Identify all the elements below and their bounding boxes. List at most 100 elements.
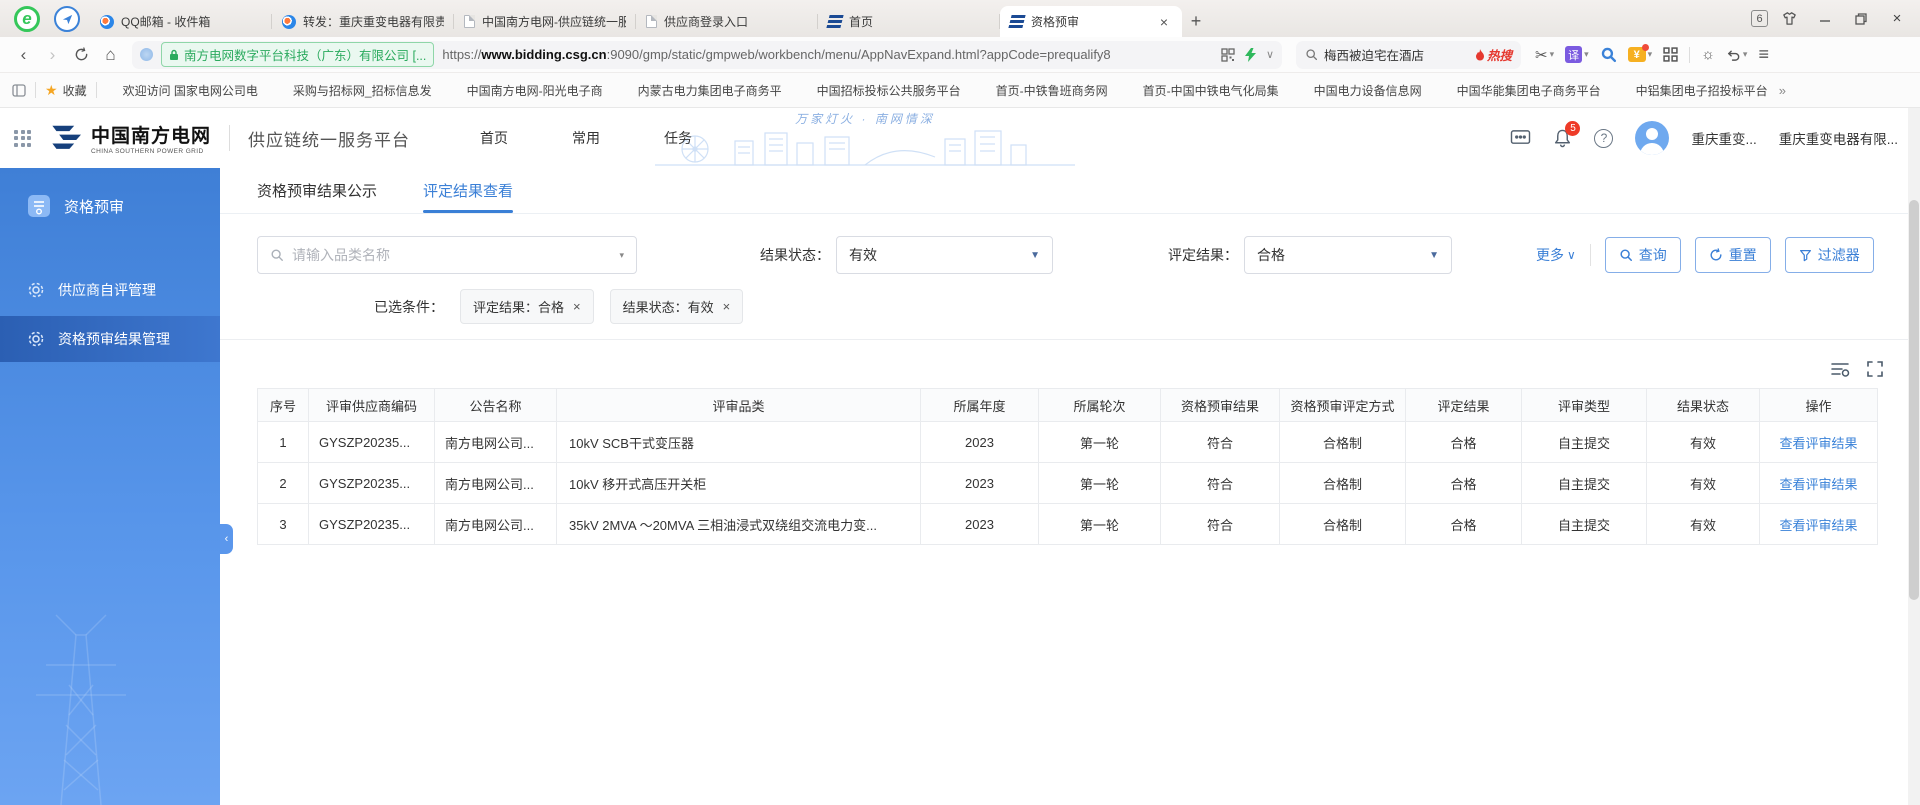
browser-tab[interactable]: 中国南方电网-供应链统一服务平 × xyxy=(454,6,636,37)
apps-grid-icon[interactable] xyxy=(1663,47,1678,62)
url-field[interactable]: 南方电网数字平台科技（广东）有限公司 [... https://www.bidd… xyxy=(132,41,1282,69)
content-tab[interactable]: 评定结果查看 xyxy=(423,168,513,213)
col-header: 序号 xyxy=(258,389,309,422)
help-icon[interactable]: ? xyxy=(1594,129,1613,148)
new-tab-button[interactable]: + xyxy=(1182,6,1210,37)
restore-button[interactable] xyxy=(1846,4,1876,34)
favorites-button[interactable]: ★收藏 xyxy=(45,82,87,99)
user-name[interactable]: 重庆重变... xyxy=(1691,128,1756,148)
user-company[interactable]: 重庆重变电器有限... xyxy=(1779,128,1898,148)
view-result-link[interactable]: 查看评审结果 xyxy=(1779,518,1857,533)
browser-search-box[interactable]: 梅西被迫宅在酒店 热搜 xyxy=(1296,41,1521,69)
site-identity-pill[interactable]: 南方电网数字平台科技（广东）有限公司 [... xyxy=(161,42,434,67)
column-settings-icon[interactable] xyxy=(1830,360,1850,378)
tab-favicon-icon xyxy=(464,15,475,28)
url-dropdown-icon[interactable]: ∨ xyxy=(1266,48,1274,61)
navigator-icon[interactable] xyxy=(54,6,80,32)
content-area: 资格预审结果公示评定结果查看 请输入品类名称 ▾ 结果状态： 有效 ▼ 评定结果… xyxy=(220,168,1920,805)
more-filters-link[interactable]: 更多∨ xyxy=(1536,245,1576,265)
csg-logo: 中国南方电网 CHINA SOUTHERN POWER GRID xyxy=(49,121,211,155)
bookmark-item[interactable]: 中国招标投标公共服务平台 xyxy=(800,82,961,99)
avatar[interactable] xyxy=(1635,121,1669,155)
bookmark-item[interactable]: 内蒙古电力集团电子商务平 xyxy=(621,82,782,99)
back-button[interactable]: ‹ xyxy=(10,41,37,68)
hot-search[interactable]: 热搜 xyxy=(1475,45,1512,64)
history-undo-tool[interactable]: ▾ xyxy=(1726,47,1748,62)
bookmark-label: 中铝集团电子招投标平台 xyxy=(1636,82,1768,99)
bookmark-item[interactable]: 首页-中铁鲁班商务网 xyxy=(979,82,1108,99)
browser-tab[interactable]: 转发：重庆重变电器有限责任公 × xyxy=(272,6,454,37)
result-value: 合格 xyxy=(1257,245,1429,265)
notification-bell-icon[interactable]: 5 xyxy=(1553,128,1572,148)
reset-button[interactable]: 重置 xyxy=(1695,237,1771,273)
chip-remove-icon[interactable]: × xyxy=(573,299,581,314)
content-tabs: 资格预审结果公示 评定结果查看 xyxy=(220,168,1920,214)
chip-remove-icon[interactable]: × xyxy=(723,299,731,314)
sidebar-item[interactable]: 资格预审结果管理 xyxy=(0,316,220,362)
logo-subtitle: CHINA SOUTHERN POWER GRID xyxy=(91,148,211,155)
message-icon[interactable] xyxy=(1510,129,1531,147)
result-select[interactable]: 合格 ▼ xyxy=(1244,236,1452,274)
browser-logo-icon[interactable]: e xyxy=(14,6,40,32)
view-result-link[interactable]: 查看评审结果 xyxy=(1779,436,1857,451)
browser-tab[interactable]: 首页 × xyxy=(818,6,1000,37)
bookmark-item[interactable]: 欢迎访问 国家电网公司电 xyxy=(106,82,258,99)
tab-count-badge[interactable]: 6 xyxy=(1751,10,1768,27)
theme-shirt-icon[interactable] xyxy=(1774,4,1804,34)
sidebar-item[interactable]: 供应商自评管理 xyxy=(0,268,220,312)
bookmark-label: 中国华能集团电子商务平台 xyxy=(1457,82,1601,99)
scrollbar-thumb[interactable] xyxy=(1909,200,1919,600)
app-nav-item[interactable]: 任务 xyxy=(664,128,692,148)
cell-evaluation-mode: 合格制 xyxy=(1280,504,1406,545)
night-mode-icon[interactable]: ☼ xyxy=(1701,46,1715,63)
bookmark-favicon xyxy=(1619,84,1631,96)
bookmark-item[interactable]: 中国南方电网-阳光电子商 xyxy=(450,82,603,99)
url-text[interactable]: https://www.bidding.csg.cn:9090/gmp/stat… xyxy=(442,47,1213,62)
sidebar-item[interactable]: 资格预审 xyxy=(0,184,220,228)
selected-conditions-label: 已选条件： xyxy=(374,297,444,317)
dropdown-icon: ▾ xyxy=(619,250,624,261)
wallet-tool[interactable]: ¥▾ xyxy=(1628,47,1653,62)
cell-supplier-code: GYSZP20235... xyxy=(309,463,435,504)
browser-tab[interactable]: QQ邮箱 - 收件箱 × xyxy=(90,6,272,37)
view-result-link[interactable]: 查看评审结果 xyxy=(1779,477,1857,492)
main-shell: 资格预审 供应商自评管理 资格预审结果管理 xyxy=(0,168,1920,805)
app-launcher-icon[interactable] xyxy=(14,130,31,147)
bookmark-item[interactable]: 首页-中国中铁电气化局集 xyxy=(1126,82,1279,99)
status-select[interactable]: 有效 ▼ xyxy=(836,236,1053,274)
content-tab[interactable]: 资格预审结果公示 xyxy=(257,168,377,213)
bookmark-item[interactable]: 采购与招标网_招标信息发 xyxy=(276,82,432,99)
fullscreen-icon[interactable] xyxy=(1866,360,1884,378)
results-table: 序号 评审供应商编码 公告名称 评审品类 所属年度 所属轮次 资格预审结果 资格… xyxy=(257,388,1878,545)
bookmark-item[interactable]: 中国华能集团电子商务平台 xyxy=(1440,82,1601,99)
star-icon: ★ xyxy=(45,82,58,99)
browser-tab[interactable]: 供应商登录入口 × xyxy=(636,6,818,37)
tab-favicon-icon xyxy=(100,15,114,29)
cell-notice-name: 南方电网公司... xyxy=(435,504,557,545)
home-button[interactable]: ⌂ xyxy=(97,41,124,68)
page-scrollbar[interactable] xyxy=(1908,108,1920,805)
qr-code-icon[interactable] xyxy=(1221,48,1235,62)
minimize-button[interactable] xyxy=(1810,4,1840,34)
screenshot-tool[interactable]: ✂▾ xyxy=(1535,46,1554,64)
category-search-select[interactable]: 请输入品类名称 ▾ xyxy=(257,236,637,274)
tab-title: 资格预审 xyxy=(1031,13,1149,30)
bookmarks-overflow-icon[interactable]: » xyxy=(1779,83,1786,98)
bookmark-panel-icon[interactable] xyxy=(12,84,26,97)
tab-close-icon[interactable]: × xyxy=(1156,14,1172,30)
accelerate-icon[interactable] xyxy=(1245,48,1256,62)
menu-icon[interactable]: ≡ xyxy=(1758,44,1769,65)
app-nav-item[interactable]: 常用 xyxy=(572,128,600,148)
reload-button[interactable] xyxy=(68,41,95,68)
browser-tab[interactable]: 资格预审 × xyxy=(1000,6,1182,37)
close-window-button[interactable]: × xyxy=(1882,4,1912,34)
search-tool-icon[interactable] xyxy=(1600,46,1617,63)
tab-title: 中国南方电网-供应链统一服务平 xyxy=(482,13,626,30)
bookmark-item[interactable]: 中铝集团电子招投标平台 xyxy=(1619,82,1768,99)
filter-button[interactable]: 过滤器 xyxy=(1785,237,1874,273)
translate-tool[interactable]: 译▾ xyxy=(1565,46,1589,63)
sidebar-collapse-handle[interactable]: ‹ xyxy=(220,524,233,554)
app-nav-item[interactable]: 首页 xyxy=(480,128,508,148)
bookmark-item[interactable]: 中国电力设备信息网 xyxy=(1297,82,1422,99)
query-button[interactable]: 查询 xyxy=(1605,237,1681,273)
